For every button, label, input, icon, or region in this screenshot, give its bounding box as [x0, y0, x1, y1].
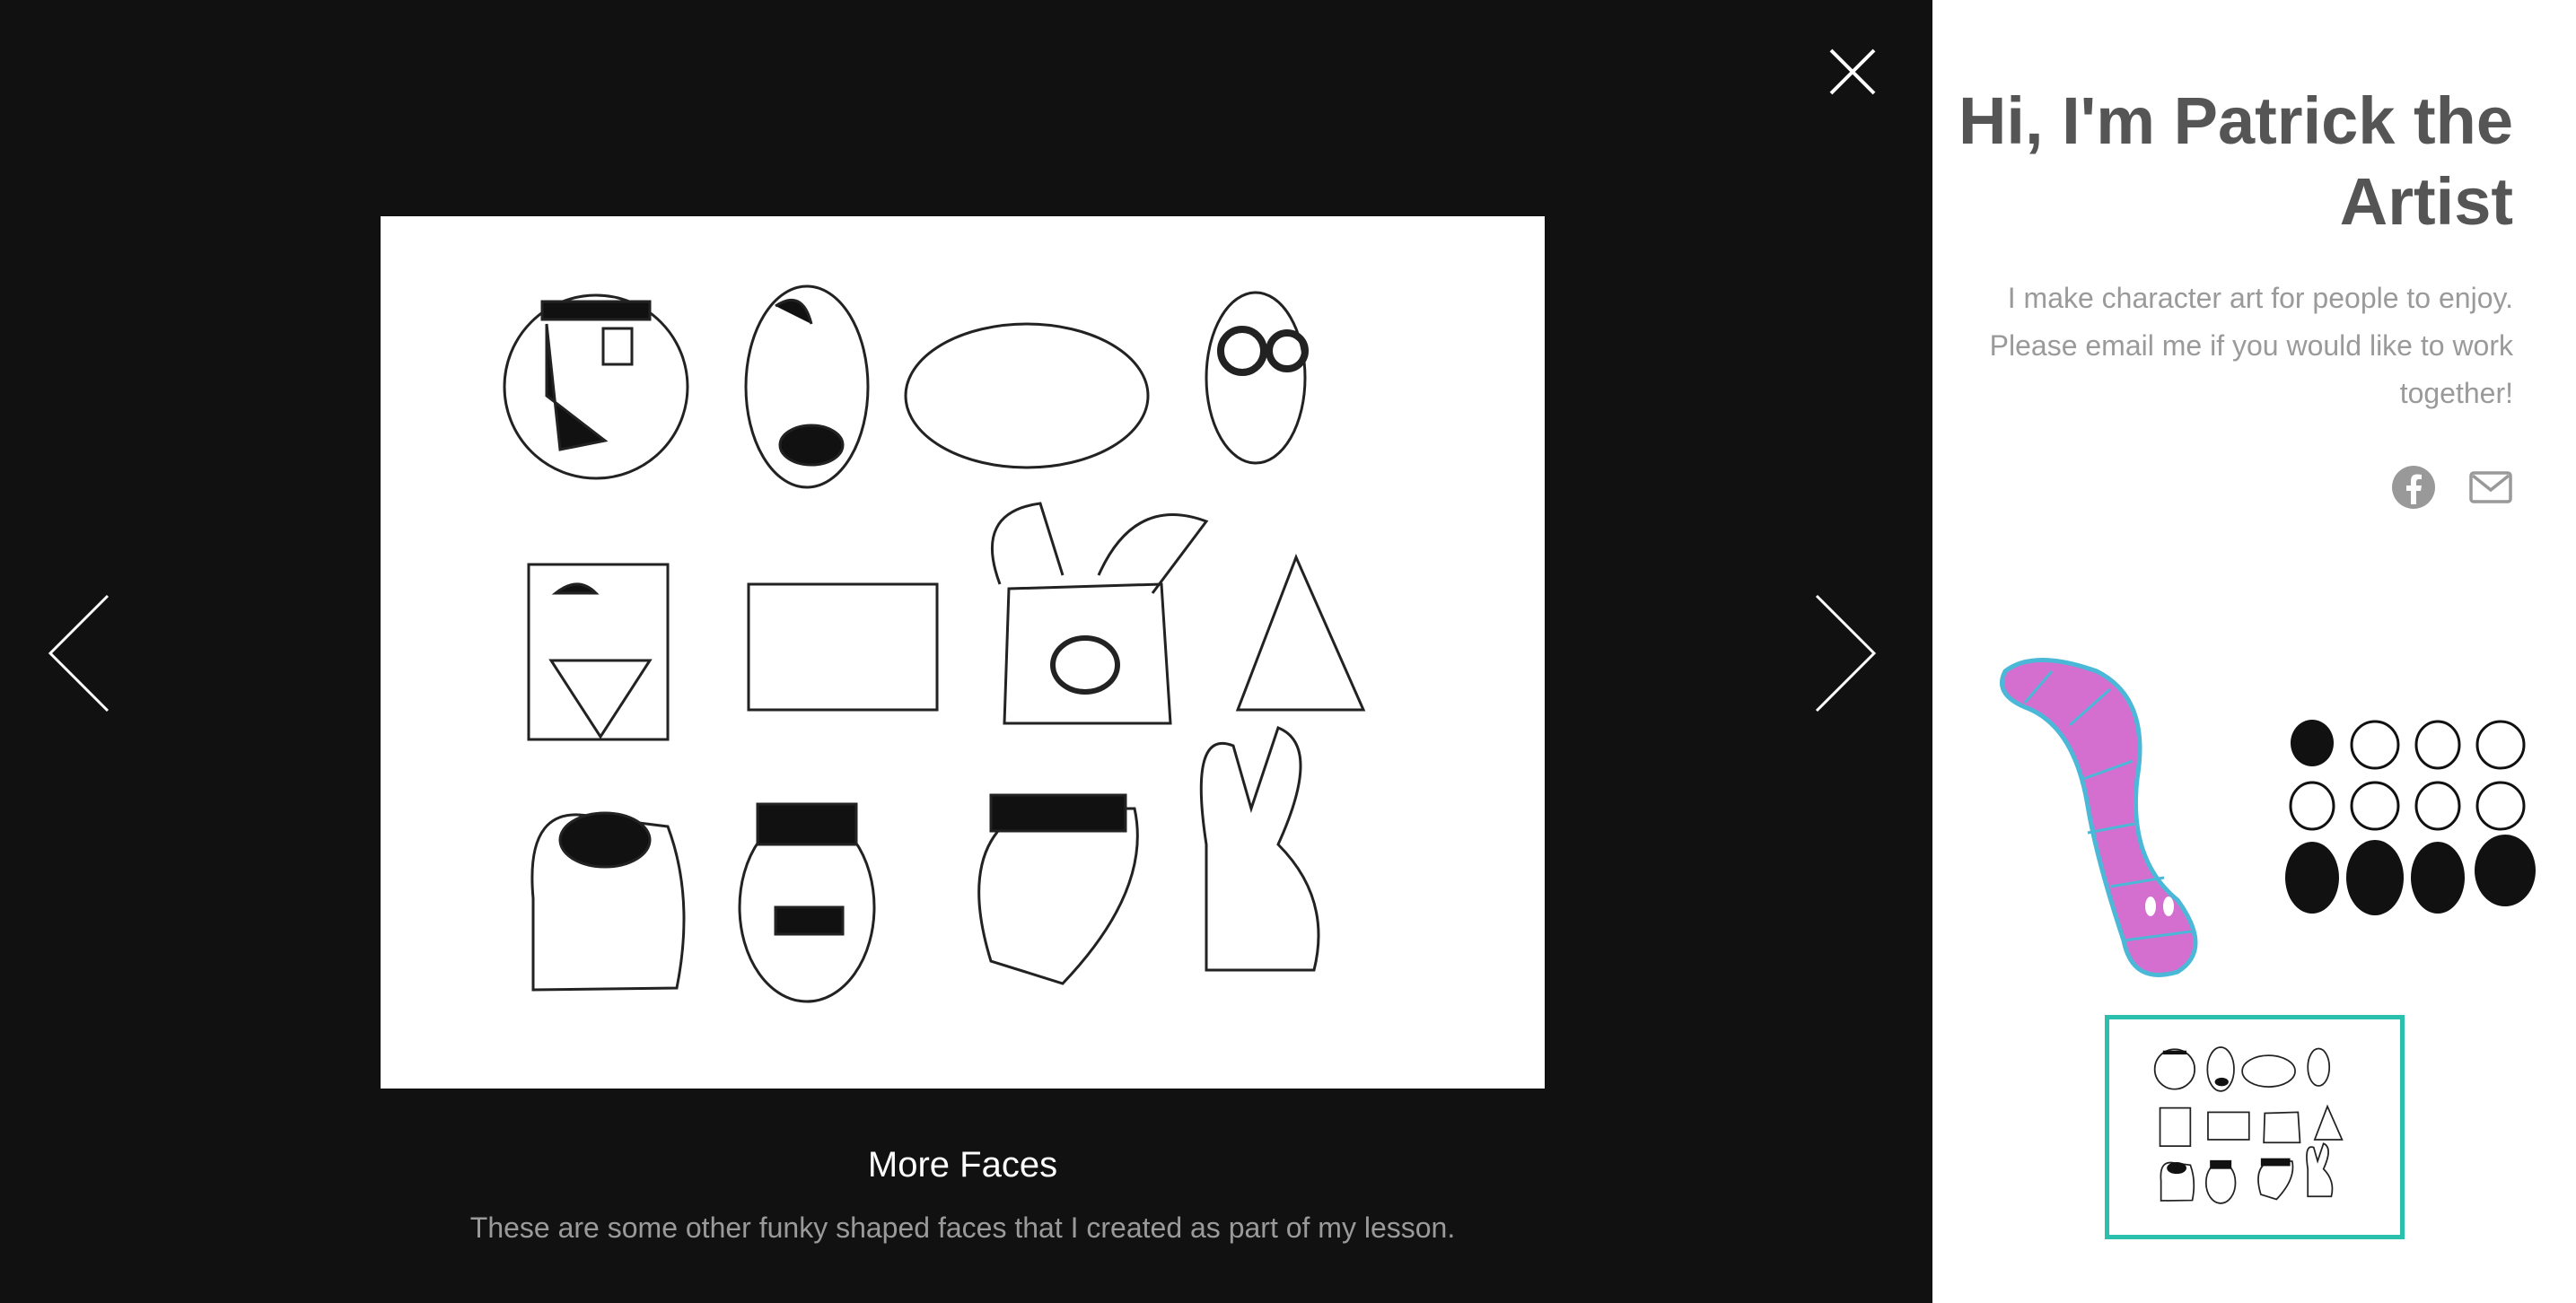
lightbox: More Faces These are some other funky sh… — [0, 0, 1932, 1303]
previous-button[interactable] — [45, 592, 113, 714]
caption-title: More Faces — [867, 1145, 1058, 1185]
chevron-right-icon — [1815, 594, 1877, 713]
thumbnail-worm[interactable] — [1998, 653, 2213, 978]
facebook-icon[interactable] — [2391, 465, 2436, 510]
faces-grid-thumbnail — [2285, 720, 2536, 915]
site-title: Hi, I'm Patrick the Artist — [1958, 83, 2513, 239]
close-button[interactable] — [1827, 47, 1878, 97]
close-icon — [1829, 48, 1876, 95]
mail-icon[interactable] — [2468, 465, 2513, 510]
caption-description: These are some other funky shaped faces … — [469, 1211, 1456, 1244]
thumbnail-more-faces-selected[interactable] — [2105, 1015, 2405, 1239]
next-button[interactable] — [1811, 592, 1879, 714]
artwork-image — [381, 216, 1545, 1089]
more-faces-thumbnail — [2153, 1046, 2344, 1204]
thumbnail-faces-grid[interactable] — [2285, 716, 2549, 930]
social-links — [2391, 465, 2513, 512]
faces-drawing — [503, 284, 1366, 1003]
worm-drawing-thumbnail — [2000, 658, 2198, 977]
site-description: I make character art for people to enjoy… — [1989, 282, 2513, 409]
chevron-left-icon — [48, 594, 110, 713]
